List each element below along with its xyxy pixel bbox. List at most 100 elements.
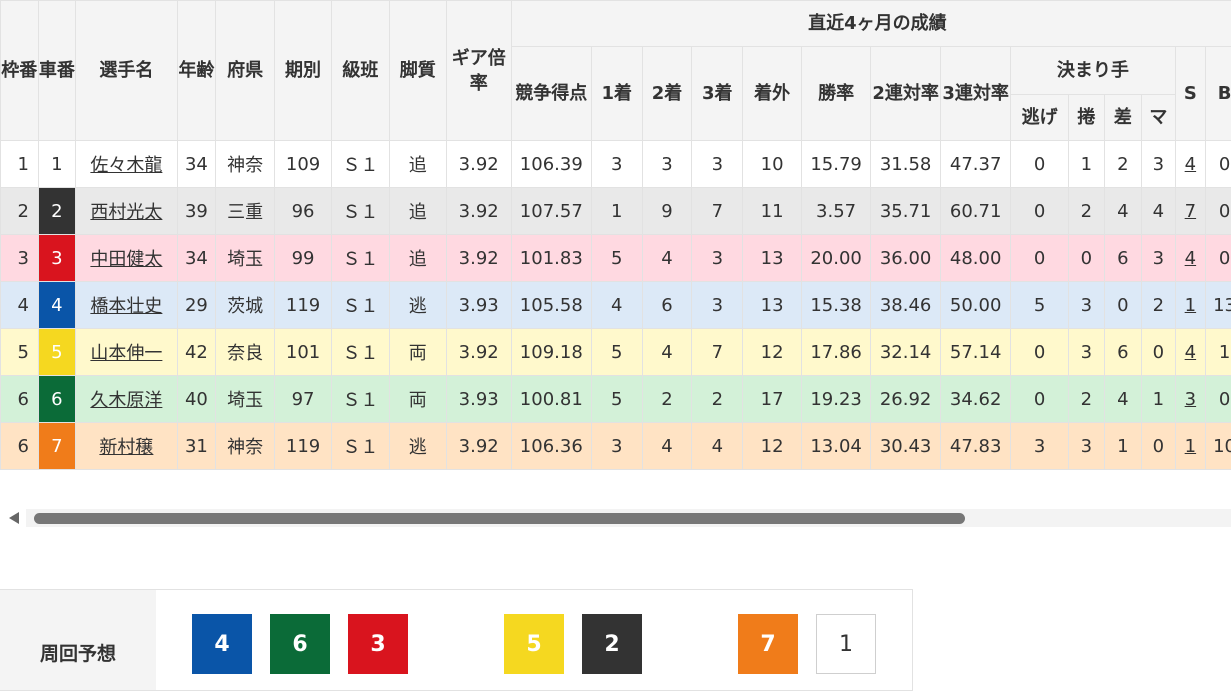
cell-two: 35.71 <box>871 188 941 235</box>
cell-age: 39 <box>177 188 216 235</box>
cell-out: 12 <box>743 329 802 376</box>
cell-name[interactable]: 久木原洋 <box>76 376 178 423</box>
cell-second: 6 <box>642 282 692 329</box>
cell-win: 20.00 <box>802 235 871 282</box>
forecast-box: 7 <box>738 614 798 674</box>
entry-table-scroll[interactable]: 枠番 車番 選手名 年齢 府県 期別 級班 脚質 ギア倍率 直近4ヶ月の成績 競… <box>0 0 1231 476</box>
cell-age: 29 <box>177 282 216 329</box>
horizontal-scrollbar[interactable] <box>0 505 1231 531</box>
cell-nige: 0 <box>1011 376 1069 423</box>
cell-score: 106.39 <box>511 141 591 188</box>
header-ma: マ <box>1142 95 1176 141</box>
cell-second: 4 <box>642 235 692 282</box>
entry-table-body: 11佐々木龍34神奈109Ｓ１追3.92106.393331015.7931.5… <box>1 141 1231 470</box>
cell-style: 追 <box>389 141 446 188</box>
cell-third: 4 <box>692 423 743 470</box>
cell-third: 3 <box>692 141 743 188</box>
cell-second: 3 <box>642 141 692 188</box>
cell-name[interactable]: 中田健太 <box>76 235 178 282</box>
cell-class: Ｓ１ <box>331 188 389 235</box>
racer-name-link[interactable]: 山本伸一 <box>90 343 162 364</box>
cell-name[interactable]: 佐々木龍 <box>76 141 178 188</box>
cell-makuri: 3 <box>1069 329 1105 376</box>
header-s: S <box>1175 47 1205 141</box>
cell-two: 32.14 <box>871 329 941 376</box>
cell-s[interactable]: 3 <box>1175 376 1205 423</box>
cell-sashi: 4 <box>1104 188 1142 235</box>
cell-s[interactable]: 4 <box>1175 235 1205 282</box>
cell-sashi: 2 <box>1104 141 1142 188</box>
racer-name-link[interactable]: 西村光太 <box>90 202 162 223</box>
cell-gear: 3.92 <box>446 235 511 282</box>
cell-first: 5 <box>591 329 642 376</box>
cell-sashi: 1 <box>1104 423 1142 470</box>
header-third: 3着 <box>692 47 743 141</box>
cell-style: 両 <box>389 329 446 376</box>
table-row: 11佐々木龍34神奈109Ｓ１追3.92106.393331015.7931.5… <box>1 141 1231 188</box>
racer-name-link[interactable]: 久木原洋 <box>90 390 162 411</box>
cell-second: 4 <box>642 423 692 470</box>
header-second: 2着 <box>642 47 692 141</box>
cell-first: 4 <box>591 282 642 329</box>
cell-name[interactable]: 山本伸一 <box>76 329 178 376</box>
header-car: 車番 <box>38 1 76 141</box>
racer-name-link[interactable]: 新村穣 <box>99 437 153 458</box>
cell-style: 逃 <box>389 282 446 329</box>
header-makuri: 捲 <box>1069 95 1105 141</box>
cell-out: 13 <box>743 235 802 282</box>
racer-name-link[interactable]: 佐々木龍 <box>90 155 162 176</box>
header-recent: 直近4ヶ月の成績 <box>511 1 1231 47</box>
cell-frame: 6 <box>1 376 39 423</box>
s-count-link[interactable]: 7 <box>1185 201 1196 222</box>
cell-score: 101.83 <box>511 235 591 282</box>
cell-age: 34 <box>177 141 216 188</box>
scrollbar-thumb[interactable] <box>34 513 965 524</box>
racer-name-link[interactable]: 橋本壮史 <box>90 296 162 317</box>
s-count-link[interactable]: 1 <box>1185 295 1196 316</box>
cell-name[interactable]: 新村穣 <box>76 423 178 470</box>
cell-win: 13.04 <box>802 423 871 470</box>
cell-win: 3.57 <box>802 188 871 235</box>
racer-name-link[interactable]: 中田健太 <box>90 249 162 270</box>
cell-b: 0 <box>1206 235 1231 282</box>
cell-third: 2 <box>692 376 743 423</box>
cell-s[interactable]: 7 <box>1175 188 1205 235</box>
cell-ma: 3 <box>1142 235 1176 282</box>
cell-makuri: 2 <box>1069 188 1105 235</box>
cell-s[interactable]: 4 <box>1175 329 1205 376</box>
cell-car: 5 <box>38 329 76 376</box>
cell-b: 1 <box>1206 329 1231 376</box>
cell-s[interactable]: 1 <box>1175 423 1205 470</box>
cell-name[interactable]: 橋本壮史 <box>76 282 178 329</box>
forecast-box: 6 <box>270 614 330 674</box>
cell-nige: 0 <box>1011 329 1069 376</box>
cell-name[interactable]: 西村光太 <box>76 188 178 235</box>
cell-makuri: 3 <box>1069 423 1105 470</box>
s-count-link[interactable]: 4 <box>1185 342 1196 363</box>
lap-forecast: 周回予想 4635271 <box>0 589 913 691</box>
cell-third: 7 <box>692 188 743 235</box>
cell-win: 17.86 <box>802 329 871 376</box>
s-count-link[interactable]: 4 <box>1185 154 1196 175</box>
header-first: 1着 <box>591 47 642 141</box>
cell-makuri: 3 <box>1069 282 1105 329</box>
cell-second: 9 <box>642 188 692 235</box>
cell-b: 0 <box>1206 188 1231 235</box>
cell-nige: 0 <box>1011 235 1069 282</box>
cell-score: 106.36 <box>511 423 591 470</box>
s-count-link[interactable]: 1 <box>1185 436 1196 457</box>
s-count-link[interactable]: 3 <box>1185 389 1196 410</box>
cell-s[interactable]: 1 <box>1175 282 1205 329</box>
cell-score: 107.57 <box>511 188 591 235</box>
cell-age: 31 <box>177 423 216 470</box>
cell-s[interactable]: 4 <box>1175 141 1205 188</box>
s-count-link[interactable]: 4 <box>1185 248 1196 269</box>
cell-win: 19.23 <box>802 376 871 423</box>
header-pref: 府県 <box>216 1 275 141</box>
cell-age: 40 <box>177 376 216 423</box>
cell-style: 追 <box>389 188 446 235</box>
table-row: 55山本伸一42奈良101Ｓ１両3.92109.185471217.8632.1… <box>1 329 1231 376</box>
cell-car: 3 <box>38 235 76 282</box>
triangle-left-icon[interactable] <box>9 512 19 524</box>
entry-table: 枠番 車番 選手名 年齢 府県 期別 級班 脚質 ギア倍率 直近4ヶ月の成績 競… <box>0 0 1231 470</box>
